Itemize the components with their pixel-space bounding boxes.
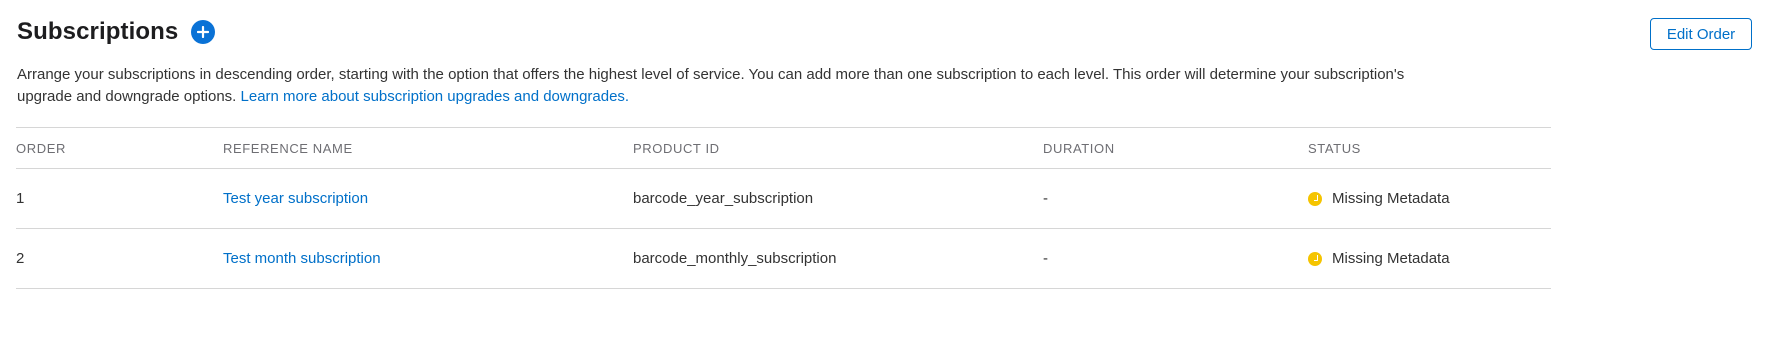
learn-more-link[interactable]: Learn more about subscription upgrades a… bbox=[241, 88, 630, 105]
reference-name-cell: Test year subscription bbox=[223, 169, 368, 228]
reference-name-link[interactable]: Test year subscription bbox=[223, 190, 368, 207]
order-cell: 1 bbox=[16, 190, 25, 207]
table-row: 1 Test year subscription barcode_year_su… bbox=[16, 169, 1551, 228]
status-label: Missing Metadata bbox=[1332, 250, 1450, 267]
column-header-reference-name: REFERENCE NAME bbox=[223, 140, 353, 156]
subscriptions-table: ORDER REFERENCE NAME PRODUCT ID DURATION… bbox=[16, 127, 1551, 289]
plus-icon bbox=[197, 26, 210, 38]
clock-icon bbox=[1308, 251, 1322, 266]
column-header-product-id: PRODUCT ID bbox=[633, 140, 720, 156]
table-row: 2 Test month subscription barcode_monthl… bbox=[16, 229, 1551, 288]
description-text: Arrange your subscriptions in descending… bbox=[17, 66, 1405, 105]
section-description: Arrange your subscriptions in descending… bbox=[17, 64, 1437, 108]
edit-order-button[interactable]: Edit Order bbox=[1650, 18, 1752, 50]
status-cell: Missing Metadata bbox=[1308, 169, 1450, 228]
column-header-duration: DURATION bbox=[1043, 140, 1115, 156]
add-subscription-button[interactable] bbox=[191, 20, 216, 44]
duration-cell: - bbox=[1043, 190, 1048, 207]
status-label: Missing Metadata bbox=[1332, 190, 1450, 207]
subscriptions-page: Subscriptions Edit Order Arrange your su… bbox=[0, 0, 1768, 349]
section-header: Subscriptions bbox=[17, 18, 216, 46]
reference-name-link[interactable]: Test month subscription bbox=[223, 250, 381, 267]
table-divider bbox=[16, 288, 1551, 289]
column-header-status: STATUS bbox=[1308, 140, 1361, 156]
duration-cell: - bbox=[1043, 250, 1048, 267]
order-cell: 2 bbox=[16, 250, 25, 267]
clock-icon bbox=[1308, 191, 1322, 206]
table-header-row: ORDER REFERENCE NAME PRODUCT ID DURATION… bbox=[16, 128, 1551, 168]
status-cell: Missing Metadata bbox=[1308, 229, 1450, 288]
column-header-order: ORDER bbox=[16, 140, 66, 156]
reference-name-cell: Test month subscription bbox=[223, 229, 381, 288]
page-title: Subscriptions bbox=[17, 18, 179, 45]
product-id-cell: barcode_monthly_subscription bbox=[633, 250, 837, 267]
product-id-cell: barcode_year_subscription bbox=[633, 190, 814, 207]
